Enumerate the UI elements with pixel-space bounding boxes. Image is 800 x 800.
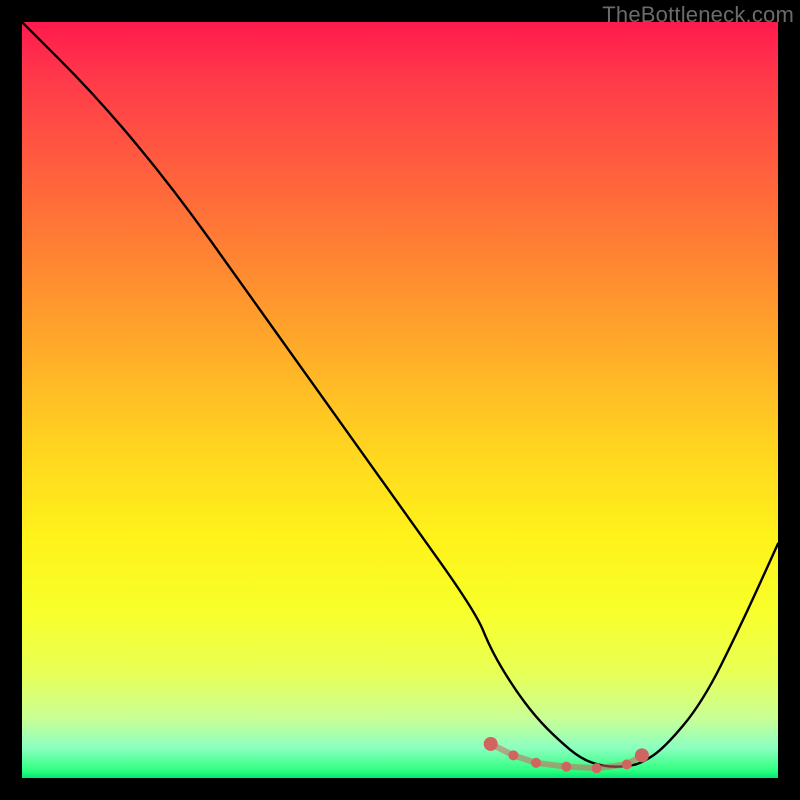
chart-svg <box>22 22 778 778</box>
min-marker-dot <box>531 758 541 768</box>
min-marker-dot <box>635 748 649 762</box>
min-marker-dot <box>592 763 602 773</box>
min-marker-dot <box>622 759 632 769</box>
chart-min-markers <box>484 737 649 773</box>
min-marker-dot <box>561 762 571 772</box>
chart-curve <box>22 22 778 767</box>
min-marker-dot <box>484 737 498 751</box>
chart-frame <box>22 22 778 778</box>
min-marker-dot <box>508 750 518 760</box>
chart-plot-area <box>22 22 778 778</box>
